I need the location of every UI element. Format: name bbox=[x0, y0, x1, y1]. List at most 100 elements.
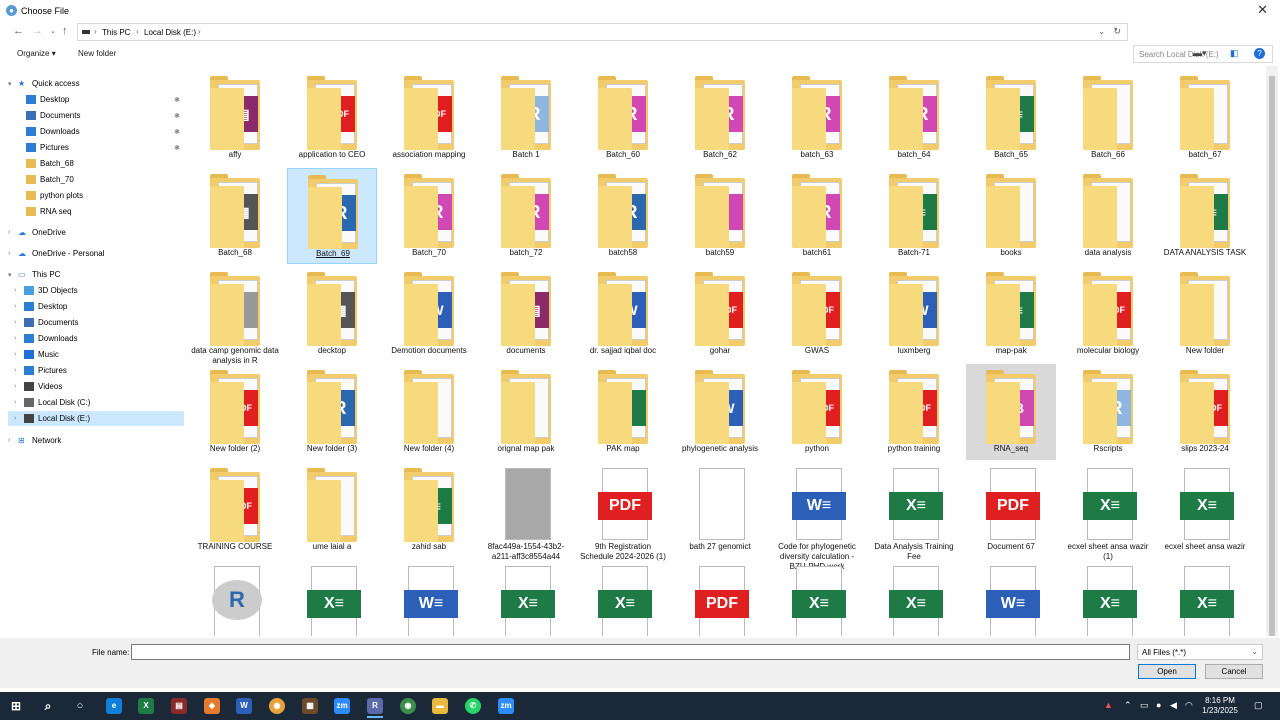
nav-qa-item[interactable]: python plots bbox=[14, 188, 184, 203]
expand-icon[interactable]: › bbox=[14, 335, 24, 342]
network-tray-icon[interactable]: ▭ bbox=[1140, 700, 1149, 711]
open-button[interactable]: Open bbox=[1138, 664, 1196, 679]
organize-menu[interactable]: Organize ▾ bbox=[17, 49, 56, 58]
zoom-icon[interactable]: zm bbox=[334, 698, 350, 714]
pin-icon[interactable]: ✱ bbox=[174, 144, 180, 152]
notifications-icon[interactable]: ▢ bbox=[1254, 700, 1263, 711]
file-item[interactable]: X≡ bbox=[869, 560, 959, 636]
file-item[interactable]: PDF 9th Registration Schedule 2024-2026 (… bbox=[578, 462, 668, 561]
expand-icon[interactable]: › bbox=[14, 415, 24, 422]
excel-icon[interactable]: X bbox=[138, 698, 154, 714]
expand-icon[interactable]: › bbox=[14, 287, 24, 294]
folder-item[interactable]: ▤documents bbox=[481, 266, 571, 362]
nav-this-pc[interactable]: ▾ ▭ This PC bbox=[8, 267, 178, 282]
recent-dropdown-icon[interactable]: ⌄ bbox=[50, 27, 56, 35]
winrar-icon[interactable]: ▤ bbox=[171, 698, 187, 714]
search-icon[interactable]: ⌕ bbox=[40, 698, 56, 714]
nav-network[interactable]: › ⊞ Network bbox=[8, 433, 178, 448]
folder-item[interactable]: PDFgohar bbox=[675, 266, 765, 362]
folder-item[interactable]: New folder (4) bbox=[384, 364, 474, 460]
pin-icon[interactable]: ✱ bbox=[174, 112, 180, 120]
help-icon[interactable]: ? bbox=[1254, 48, 1265, 59]
folder-item[interactable]: PDFGWAS bbox=[772, 266, 862, 362]
mic-icon[interactable]: ● bbox=[1156, 700, 1161, 710]
folder-item[interactable]: data analysis bbox=[1063, 168, 1153, 264]
show-hidden-icon[interactable]: ⌃ bbox=[1124, 700, 1132, 711]
nav-qa-item[interactable]: Documents ✱ bbox=[14, 108, 184, 123]
folder-item[interactable]: RBatch 1 bbox=[481, 70, 571, 166]
chrome-profile-icon[interactable]: ◉ bbox=[400, 698, 416, 714]
task-view-icon[interactable]: ○ bbox=[72, 698, 88, 714]
nav-pc-item[interactable]: › Videos bbox=[8, 379, 184, 394]
forward-arrow-icon[interactable]: → bbox=[32, 25, 43, 37]
windows-start-icon[interactable]: ⊞ bbox=[8, 698, 24, 714]
folder-item[interactable]: RBatch_70 bbox=[384, 168, 474, 264]
file-item[interactable]: X≡ Data Analysis Training Fee bbox=[869, 462, 959, 561]
clock[interactable]: 8:16 PM 1/23/2025 bbox=[1200, 696, 1240, 716]
wifi-icon[interactable]: ◠ bbox=[1185, 700, 1193, 711]
folder-item[interactable]: PDFpython training bbox=[869, 364, 959, 460]
folder-item[interactable]: batch_67 bbox=[1160, 70, 1250, 166]
file-item[interactable]: bath 27 genomict bbox=[675, 462, 765, 558]
nav-onedrive-personal[interactable]: › ☁ OneDrive - Personal bbox=[8, 246, 178, 261]
breadcrumb-local-disk[interactable]: Local Disk (E:) bbox=[144, 28, 196, 37]
expand-icon[interactable]: › bbox=[14, 383, 24, 390]
view-options-icon[interactable]: ▬▾ bbox=[1193, 48, 1207, 59]
folder-item[interactable]: New folder bbox=[1160, 266, 1250, 362]
file-item[interactable]: W≡ bbox=[966, 560, 1056, 636]
folder-item[interactable]: Rbatch61 bbox=[772, 168, 862, 264]
folder-item[interactable]: PDFNew folder (2) bbox=[190, 364, 280, 460]
folder-item[interactable]: ▦decktop bbox=[287, 266, 377, 362]
file-item[interactable]: X≡ ecxel sheet ansa wazir bbox=[1160, 462, 1250, 558]
pin-icon[interactable]: ✱ bbox=[174, 128, 180, 136]
rstudio-icon[interactable]: R bbox=[367, 698, 383, 714]
expand-icon[interactable]: › bbox=[14, 399, 24, 406]
file-item[interactable]: X≡ bbox=[1063, 560, 1153, 636]
folder-item[interactable]: PDFmolecular biology bbox=[1063, 266, 1153, 362]
folder-item[interactable]: RBatch_60 bbox=[578, 70, 668, 166]
breadcrumb-this-pc[interactable]: This PC bbox=[102, 28, 130, 37]
folder-item[interactable]: orignal map pak bbox=[481, 364, 571, 460]
expand-icon[interactable]: › bbox=[14, 351, 24, 358]
expand-icon[interactable]: ▾ bbox=[8, 80, 18, 88]
file-item[interactable]: X≡ bbox=[578, 560, 668, 636]
chevron-right-icon[interactable]: › bbox=[198, 27, 201, 36]
folder-item[interactable]: Wluxmberg bbox=[869, 266, 959, 362]
vertical-scrollbar[interactable] bbox=[1266, 66, 1278, 636]
nav-pc-item[interactable]: › Local Disk (C:) bbox=[8, 395, 184, 410]
zoom-icon-2[interactable]: zm bbox=[498, 698, 514, 714]
folder-item[interactable]: Wphylogenetic analysis bbox=[675, 364, 765, 460]
folder-item[interactable]: books bbox=[966, 168, 1056, 264]
file-item[interactable]: W≡ bbox=[384, 560, 474, 636]
folder-item[interactable]: WDemotion documents bbox=[384, 266, 474, 362]
file-item[interactable]: X≡ bbox=[772, 560, 862, 636]
folder-item[interactable]: ≡map-pak bbox=[966, 266, 1056, 362]
folder-item[interactable]: Wdr. sajjad iqbal doc bbox=[578, 266, 668, 362]
expand-icon[interactable]: ▾ bbox=[8, 271, 18, 279]
nav-onedrive[interactable]: › ☁ OneDrive bbox=[8, 225, 178, 240]
whatsapp-icon[interactable]: ✆ bbox=[465, 698, 481, 714]
file-item[interactable]: R bbox=[190, 560, 280, 636]
nav-pc-item[interactable]: › 3D Objects bbox=[8, 283, 184, 298]
folder-item[interactable]: ≡zahid sab bbox=[384, 462, 474, 558]
nav-pc-item[interactable]: › Documents bbox=[8, 315, 184, 330]
file-list[interactable]: ▤affyPDFapplication to CEOPDFassociation… bbox=[190, 66, 1264, 636]
chrome-icon[interactable]: ◉ bbox=[269, 698, 285, 714]
file-item[interactable]: 8fac449a-1554-43b2-a211-aff3c8554a44 bbox=[481, 462, 571, 561]
file-item[interactable]: PDF bbox=[675, 560, 765, 636]
figma-icon[interactable]: ◆ bbox=[204, 698, 220, 714]
up-arrow-icon[interactable]: ↑ bbox=[62, 25, 68, 37]
folder-item[interactable]: ume laial a bbox=[287, 462, 377, 558]
file-name-input[interactable] bbox=[131, 644, 1130, 660]
folder-item[interactable]: PDFslips 2023-24 bbox=[1160, 364, 1250, 460]
chevron-right-icon[interactable]: › bbox=[136, 27, 139, 36]
tray-app-icon[interactable]: ▲ bbox=[1104, 700, 1113, 710]
folder-item[interactable]: ≡Batch-71 bbox=[869, 168, 959, 264]
nav-pc-item[interactable]: › Music bbox=[8, 347, 184, 362]
folder-item[interactable]: RNew folder (3) bbox=[287, 364, 377, 460]
expand-icon[interactable]: › bbox=[14, 319, 24, 326]
folder-item[interactable]: PDFapplication to CEO bbox=[287, 70, 377, 166]
scrollbar-thumb[interactable] bbox=[1269, 76, 1275, 636]
file-item[interactable]: X≡ ecxel sheet ansa wazir (1) bbox=[1063, 462, 1153, 561]
folder-item[interactable]: PDFpython bbox=[772, 364, 862, 460]
